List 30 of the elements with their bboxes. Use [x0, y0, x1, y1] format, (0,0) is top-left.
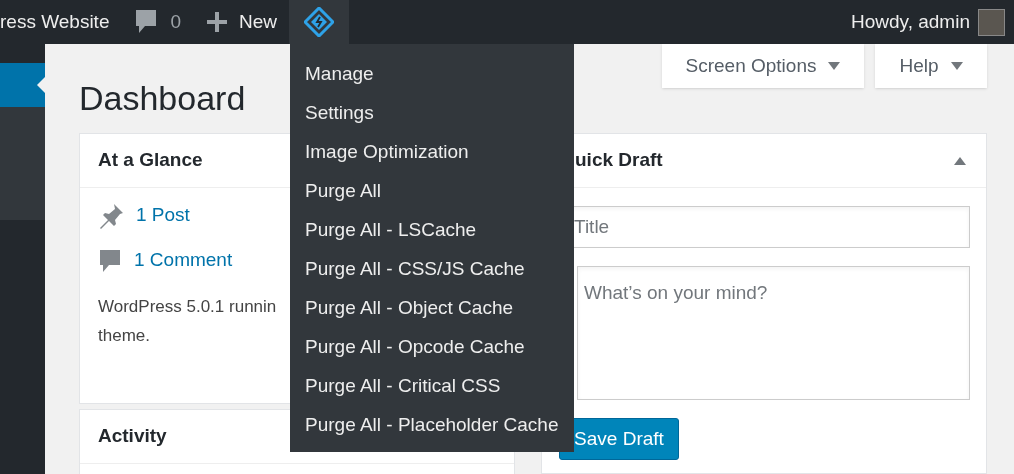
dropdown-menu-item[interactable]: Purge All - Critical CSS	[290, 367, 574, 406]
dropdown-menu-item[interactable]: Manage	[290, 55, 574, 94]
page-title: Dashboard	[79, 78, 246, 119]
dropdown-menu-item[interactable]: Settings	[290, 94, 574, 133]
collapse-toggle-icon[interactable]	[954, 156, 966, 165]
avatar[interactable]	[978, 8, 1005, 36]
paragraph-line: WordPress 5.0.1 runnin	[98, 296, 277, 318]
posts-link[interactable]: 1 Post	[136, 201, 190, 230]
card-title: uick Draft	[575, 148, 664, 173]
caret-icon	[950, 62, 963, 70]
help-button[interactable]: Help	[875, 44, 987, 88]
pushpin-icon	[98, 202, 124, 229]
comment-icon	[134, 9, 159, 35]
dropdown-menu-item[interactable]: Purge All - Opcode Cache	[290, 328, 574, 367]
greeting-link[interactable]: Howdy, admin	[851, 7, 978, 37]
caret-icon	[828, 62, 841, 70]
dropdown-menu-item[interactable]: Purge All - CSS/JS Cache	[290, 250, 574, 289]
new-link[interactable]: New	[207, 0, 290, 44]
comment-icon	[98, 248, 122, 273]
cache-plugin-menu-button[interactable]	[289, 0, 350, 44]
comments-link[interactable]: 1 Comment	[134, 246, 233, 275]
paragraph-line: theme.	[98, 325, 150, 347]
content-textarea[interactable]: What’s on your mind?	[577, 266, 970, 400]
sidebar-active-item[interactable]	[0, 63, 45, 107]
plus-icon	[207, 12, 228, 32]
dropdown-menu-item[interactable]: Purge All - Object Cache	[290, 289, 574, 328]
comments-link[interactable]: 0	[134, 0, 208, 44]
diamond-logo-icon	[304, 7, 335, 37]
site-name-link[interactable]: ress Website	[0, 7, 135, 37]
screen-options-button[interactable]: Screen Options	[662, 44, 864, 88]
